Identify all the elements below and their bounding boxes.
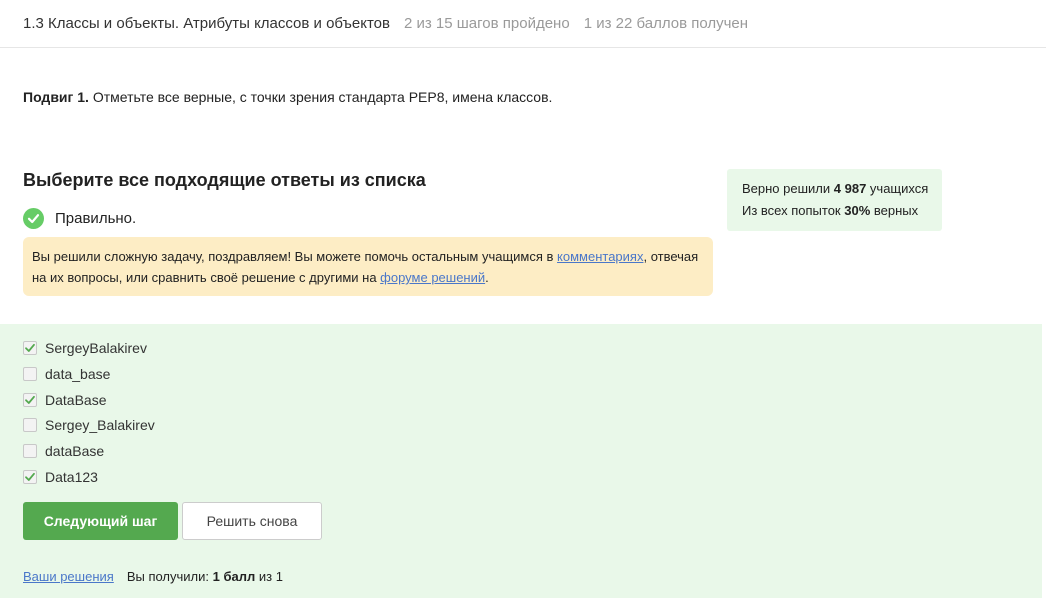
status-text: Правильно.	[55, 210, 137, 227]
your-solutions-link[interactable]: Ваши решения	[23, 569, 114, 584]
answer-label[interactable]: dataBase	[45, 443, 104, 459]
attempts-prefix: Из всех попыток	[742, 203, 845, 218]
solved-count: 4 987	[833, 181, 867, 196]
answer-option[interactable]: Data123	[23, 469, 98, 485]
checkbox[interactable]	[23, 470, 37, 484]
result-status: Правильно.	[23, 208, 136, 229]
attempts-suffix: верных	[870, 203, 919, 218]
step-page: 1.3 Классы и объекты. Атрибуты классов и…	[0, 0, 1046, 598]
score-prefix: Вы получили:	[126, 569, 213, 584]
hint-text-3: .	[485, 270, 489, 285]
answer-label[interactable]: Sergey_Balakirev	[45, 417, 155, 433]
retry-button[interactable]: Решить снова	[182, 502, 322, 540]
step-stats: Верно решили 4 987 учащихся Из всех попы…	[727, 169, 942, 231]
answer-option[interactable]: dataBase	[23, 443, 104, 459]
success-hint: Вы решили сложную задачу, поздравляем! В…	[23, 237, 713, 296]
score-value: 1 балл	[212, 569, 256, 584]
attempts-percent: 30%	[844, 203, 871, 218]
task-text: Отметьте все верные, с точки зрения стан…	[92, 89, 553, 105]
task-label: Подвиг 1.	[23, 89, 89, 105]
answer-label[interactable]: SergeyBalakirev	[45, 340, 147, 356]
solved-prefix: Верно решили	[742, 181, 834, 196]
checkbox[interactable]	[23, 444, 37, 458]
answer-label[interactable]: Data123	[45, 469, 98, 485]
steps-progress: 2 из 15 шагов пройдено	[403, 15, 570, 32]
lesson-title[interactable]: 1.3 Классы и объекты. Атрибуты классов и…	[23, 15, 390, 32]
solved-stat: Верно решили 4 987 учащихся	[742, 178, 929, 200]
answer-option[interactable]: DataBase	[23, 392, 106, 408]
checkbox[interactable]	[23, 418, 37, 432]
lesson-header: 1.3 Классы и объекты. Атрибуты классов и…	[0, 0, 1046, 48]
points-progress: 1 из 22 баллов получен	[583, 15, 749, 32]
answer-option[interactable]: data_base	[23, 366, 110, 382]
score-suffix: из 1	[255, 569, 283, 584]
answer-label[interactable]: data_base	[45, 366, 110, 382]
checkbox[interactable]	[23, 341, 37, 355]
answer-option[interactable]: Sergey_Balakirev	[23, 417, 155, 433]
answer-label[interactable]: DataBase	[45, 392, 106, 408]
task-statement: Подвиг 1. Отметьте все верные, с точки з…	[23, 89, 552, 105]
check-circle-icon	[23, 208, 44, 229]
quiz-heading: Выберите все подходящие ответы из списка	[23, 170, 426, 190]
solutions-forum-link[interactable]: форуме решений	[380, 270, 485, 285]
next-step-button[interactable]: Следующий шаг	[23, 502, 178, 540]
answers-panel: SergeyBalakirev data_base DataBase Serge…	[0, 324, 1042, 598]
checkbox[interactable]	[23, 367, 37, 381]
attempts-stat: Из всех попыток 30% верных	[742, 200, 927, 222]
score-footer: Ваши решения Вы получили: 1 балл из 1	[23, 569, 283, 584]
hint-text-1: Вы решили сложную задачу, поздравляем! В…	[32, 249, 558, 264]
checkbox[interactable]	[23, 393, 37, 407]
comments-link[interactable]: комментариях	[557, 249, 643, 264]
answer-option[interactable]: SergeyBalakirev	[23, 340, 147, 356]
solved-suffix: учащихся	[866, 181, 929, 196]
